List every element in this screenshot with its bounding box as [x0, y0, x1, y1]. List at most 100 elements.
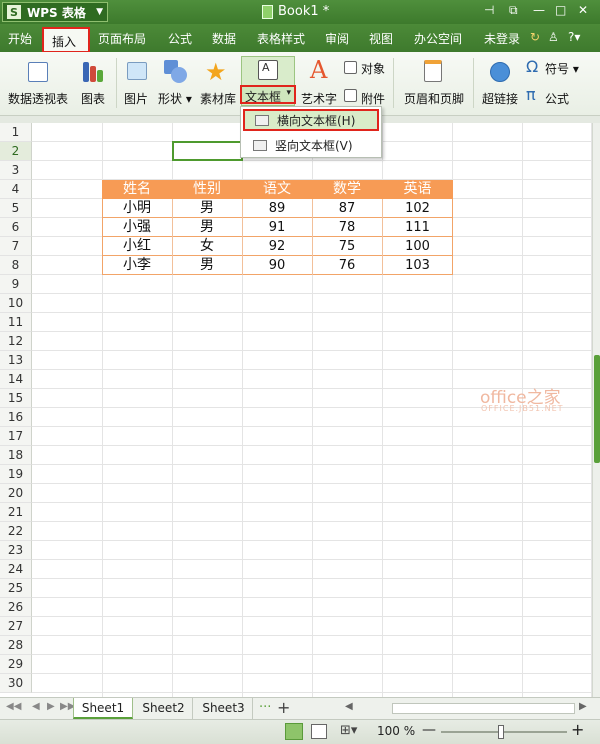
- row-header[interactable]: 1: [0, 123, 32, 142]
- page-break-view-icon[interactable]: ⊞▾: [340, 723, 357, 738]
- sheet-nav-next-icon[interactable]: ▶: [47, 701, 55, 712]
- table-cell[interactable]: 小强: [102, 218, 172, 237]
- menu-home[interactable]: 开始: [8, 30, 32, 47]
- normal-view-icon[interactable]: [285, 723, 303, 740]
- sheet-nav-prev-icon[interactable]: ◀: [32, 701, 40, 712]
- zoom-slider[interactable]: [441, 731, 567, 733]
- login-link[interactable]: 未登录: [484, 30, 520, 47]
- table-cell[interactable]: 小李: [102, 256, 172, 275]
- attachment-button[interactable]: 附件: [361, 90, 385, 107]
- table-cell[interactable]: 男: [172, 218, 242, 237]
- menu-view[interactable]: 视图: [369, 30, 393, 47]
- row-header[interactable]: 24: [0, 560, 32, 579]
- table-cell[interactable]: 111: [382, 218, 453, 237]
- row-header[interactable]: 22: [0, 522, 32, 541]
- object-button[interactable]: 对象: [361, 60, 385, 77]
- row-header[interactable]: 28: [0, 636, 32, 655]
- table-header-english[interactable]: 英语: [382, 180, 453, 199]
- help-icon[interactable]: ?▾: [568, 30, 580, 44]
- table-cell[interactable]: 91: [242, 218, 312, 237]
- zoom-out-icon[interactable]: —: [422, 722, 436, 738]
- table-cell[interactable]: 78: [312, 218, 382, 237]
- menu-page-layout[interactable]: 页面布局: [98, 30, 146, 47]
- menu-data[interactable]: 数据: [212, 30, 236, 47]
- hyperlink-button[interactable]: 超链接: [482, 90, 518, 107]
- menu-review[interactable]: 审阅: [325, 30, 349, 47]
- page-layout-view-icon[interactable]: [311, 724, 327, 739]
- sheet-nav-first-icon[interactable]: ◀◀: [6, 701, 21, 712]
- hscroll-left-icon[interactable]: ◀: [345, 701, 353, 712]
- close-icon[interactable]: ✕: [578, 3, 588, 17]
- row-header[interactable]: 26: [0, 598, 32, 617]
- row-header[interactable]: 13: [0, 351, 32, 370]
- shape-button[interactable]: 形状 ▾: [158, 90, 192, 107]
- table-cell[interactable]: 87: [312, 199, 382, 218]
- row-header[interactable]: 14: [0, 370, 32, 389]
- pivot-table-button[interactable]: 数据透视表: [8, 90, 68, 107]
- horizontal-textbox-item[interactable]: 横向文本框(H): [243, 109, 379, 131]
- chart-button[interactable]: 图表: [81, 90, 105, 107]
- table-cell[interactable]: 76: [312, 256, 382, 275]
- row-header[interactable]: 9: [0, 275, 32, 294]
- zoom-slider-thumb[interactable]: [498, 725, 504, 739]
- table-cell[interactable]: 75: [312, 237, 382, 256]
- selected-cell[interactable]: [172, 141, 243, 161]
- vertical-scrollbar[interactable]: [592, 123, 600, 698]
- spreadsheet-grid[interactable]: 1 2 3 4 5 6 7 8 9 10 11 12 13 14 15 16 1…: [0, 123, 592, 698]
- table-header-gender[interactable]: 性别: [172, 180, 242, 199]
- restore-icon[interactable]: ⧉: [509, 3, 518, 18]
- table-header-name[interactable]: 姓名: [102, 180, 172, 199]
- menu-insert[interactable]: 插入: [42, 27, 90, 53]
- formula-button[interactable]: 公式: [545, 90, 569, 107]
- more-sheets-icon[interactable]: ···: [259, 700, 271, 715]
- sheet-tab[interactable]: Sheet3: [195, 698, 253, 719]
- menu-table-style[interactable]: 表格样式: [257, 30, 305, 47]
- row-header-active[interactable]: 2: [0, 142, 32, 161]
- row-header[interactable]: 25: [0, 579, 32, 598]
- symbol-button[interactable]: 符号 ▾: [545, 60, 579, 77]
- row-header[interactable]: 17: [0, 427, 32, 446]
- table-cell[interactable]: 小明: [102, 199, 172, 218]
- skin-icon[interactable]: ↻: [530, 30, 540, 44]
- horizontal-scrollbar[interactable]: [392, 703, 575, 714]
- table-header-math[interactable]: 数学: [312, 180, 382, 199]
- table-cell[interactable]: 90: [242, 256, 312, 275]
- row-header[interactable]: 23: [0, 541, 32, 560]
- row-header[interactable]: 16: [0, 408, 32, 427]
- menu-formula[interactable]: 公式: [168, 30, 192, 47]
- shirt-icon[interactable]: ♙: [548, 30, 559, 44]
- table-cell[interactable]: 103: [382, 256, 453, 275]
- row-header[interactable]: 15: [0, 389, 32, 408]
- hscroll-right-icon[interactable]: ▶: [579, 701, 587, 712]
- row-header[interactable]: 12: [0, 332, 32, 351]
- scrollbar-thumb[interactable]: [594, 355, 600, 463]
- picture-button[interactable]: 图片: [124, 90, 148, 107]
- header-footer-button[interactable]: 页眉和页脚: [404, 90, 464, 107]
- wordart-button[interactable]: 艺术字: [301, 90, 337, 107]
- table-cell[interactable]: 男: [172, 199, 242, 218]
- textbox-button[interactable]: 文本框 ▾: [240, 85, 296, 104]
- row-header[interactable]: 10: [0, 294, 32, 313]
- row-header[interactable]: 5: [0, 199, 32, 218]
- table-cell[interactable]: 100: [382, 237, 453, 256]
- clipart-button[interactable]: 素材库: [200, 90, 236, 107]
- row-header[interactable]: 18: [0, 446, 32, 465]
- table-cell[interactable]: 92: [242, 237, 312, 256]
- row-header[interactable]: 27: [0, 617, 32, 636]
- row-header[interactable]: 6: [0, 218, 32, 237]
- sheet-tab-active[interactable]: Sheet1: [73, 698, 133, 719]
- row-header[interactable]: 19: [0, 465, 32, 484]
- row-header[interactable]: 20: [0, 484, 32, 503]
- table-cell[interactable]: 女: [172, 237, 242, 256]
- minimize-icon[interactable]: —: [533, 3, 545, 17]
- table-cell[interactable]: 89: [242, 199, 312, 218]
- zoom-in-icon[interactable]: +: [571, 720, 584, 739]
- table-cell[interactable]: 男: [172, 256, 242, 275]
- sheet-tab[interactable]: Sheet2: [135, 698, 193, 719]
- row-header[interactable]: 29: [0, 655, 32, 674]
- table-cell[interactable]: 102: [382, 199, 453, 218]
- vertical-textbox-item[interactable]: 竖向文本框(V): [243, 134, 379, 156]
- row-header[interactable]: 4: [0, 180, 32, 199]
- row-header[interactable]: 21: [0, 503, 32, 522]
- menu-office-space[interactable]: 办公空间: [414, 30, 462, 47]
